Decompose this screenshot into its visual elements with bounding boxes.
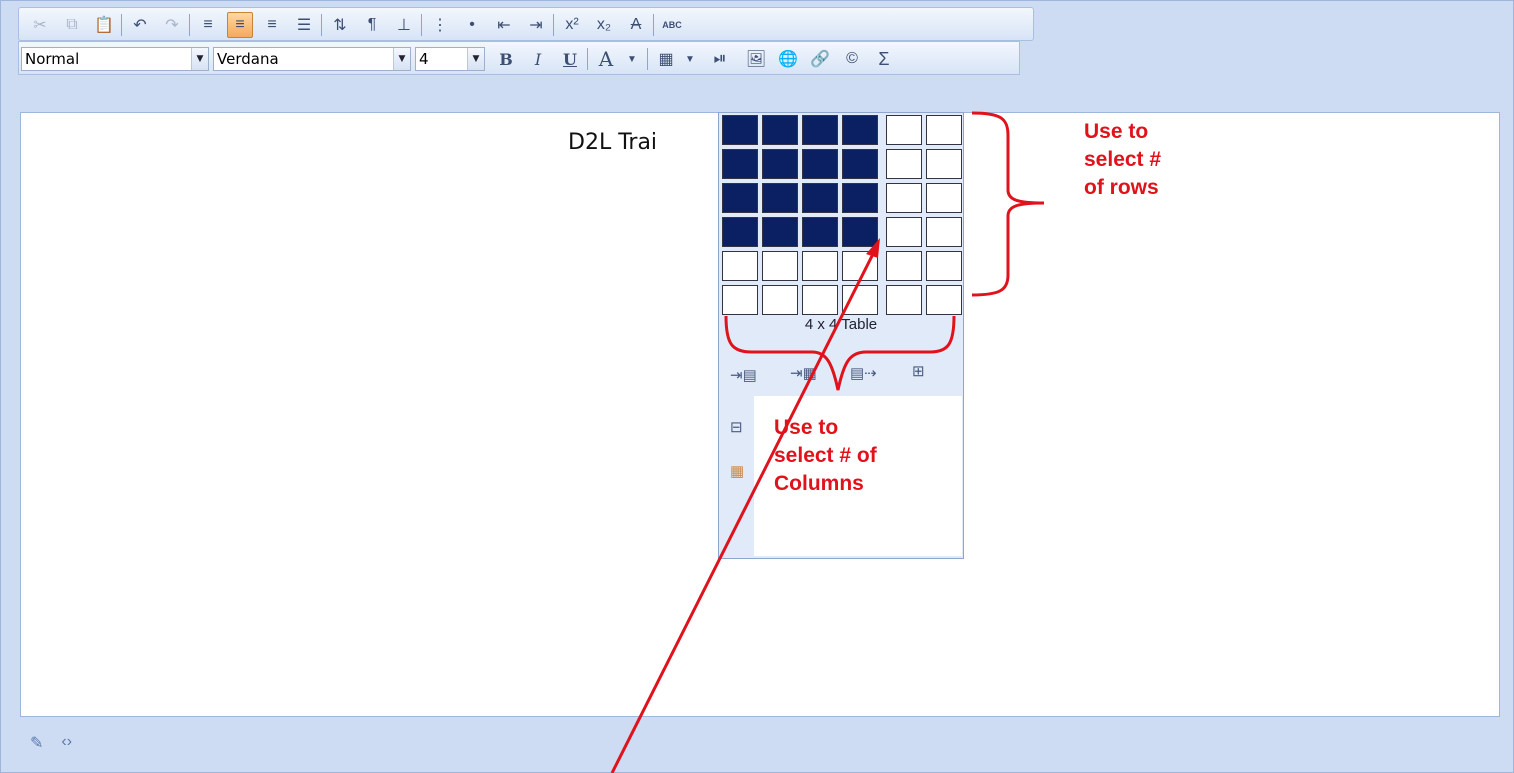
annotation-overlay	[610, 111, 1045, 773]
rows-brace	[971, 111, 1045, 297]
columns-brace	[724, 315, 956, 391]
pointer-arrow-head	[866, 238, 880, 258]
pointer-arrow-line	[610, 247, 878, 773]
